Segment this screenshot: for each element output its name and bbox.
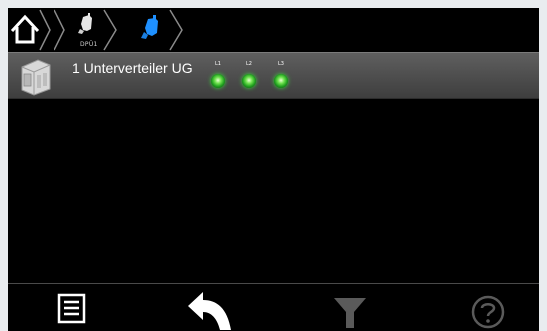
phase-indicator-l1: L1: [208, 61, 228, 91]
bottom-toolbar: [8, 283, 539, 331]
menu-button[interactable]: [48, 284, 98, 331]
breadcrumb: DPÜ1: [8, 8, 539, 52]
phase-label: L3: [278, 61, 284, 67]
status-led: [242, 74, 256, 88]
breadcrumb-dpu1[interactable]: DPÜ1: [54, 8, 120, 52]
device-list: 1 Unterverteiler UG L1 L2 L3: [8, 52, 539, 283]
status-led: [274, 74, 288, 88]
back-button[interactable]: [183, 284, 243, 331]
breadcrumb-home[interactable]: [8, 8, 52, 52]
menu-list-icon: [57, 293, 86, 324]
app-screen: DPÜ1 1 Unterverteiler UG L1 L2 L3: [8, 8, 539, 331]
breadcrumb-label-dpu1: DPÜ1: [80, 41, 98, 48]
back-arrow-icon: [188, 292, 231, 330]
phase-label: L2: [246, 61, 252, 67]
filter-button[interactable]: [326, 284, 376, 331]
home-icon: [10, 14, 40, 44]
plug-icon-active: [141, 15, 158, 39]
phase-indicator-l2: L2: [239, 61, 259, 91]
phase-label: L1: [215, 61, 221, 67]
status-led: [211, 74, 225, 88]
list-item[interactable]: 1 Unterverteiler UG L1 L2 L3: [8, 52, 539, 99]
help-icon: [471, 295, 505, 329]
distribution-board-icon: [21, 59, 51, 96]
phase-indicator-l3: L3: [271, 61, 291, 91]
breadcrumb-current-device[interactable]: [120, 8, 190, 52]
device-title: 1 Unterverteiler UG: [72, 60, 193, 76]
help-button[interactable]: [463, 284, 513, 331]
filter-icon: [334, 298, 366, 328]
